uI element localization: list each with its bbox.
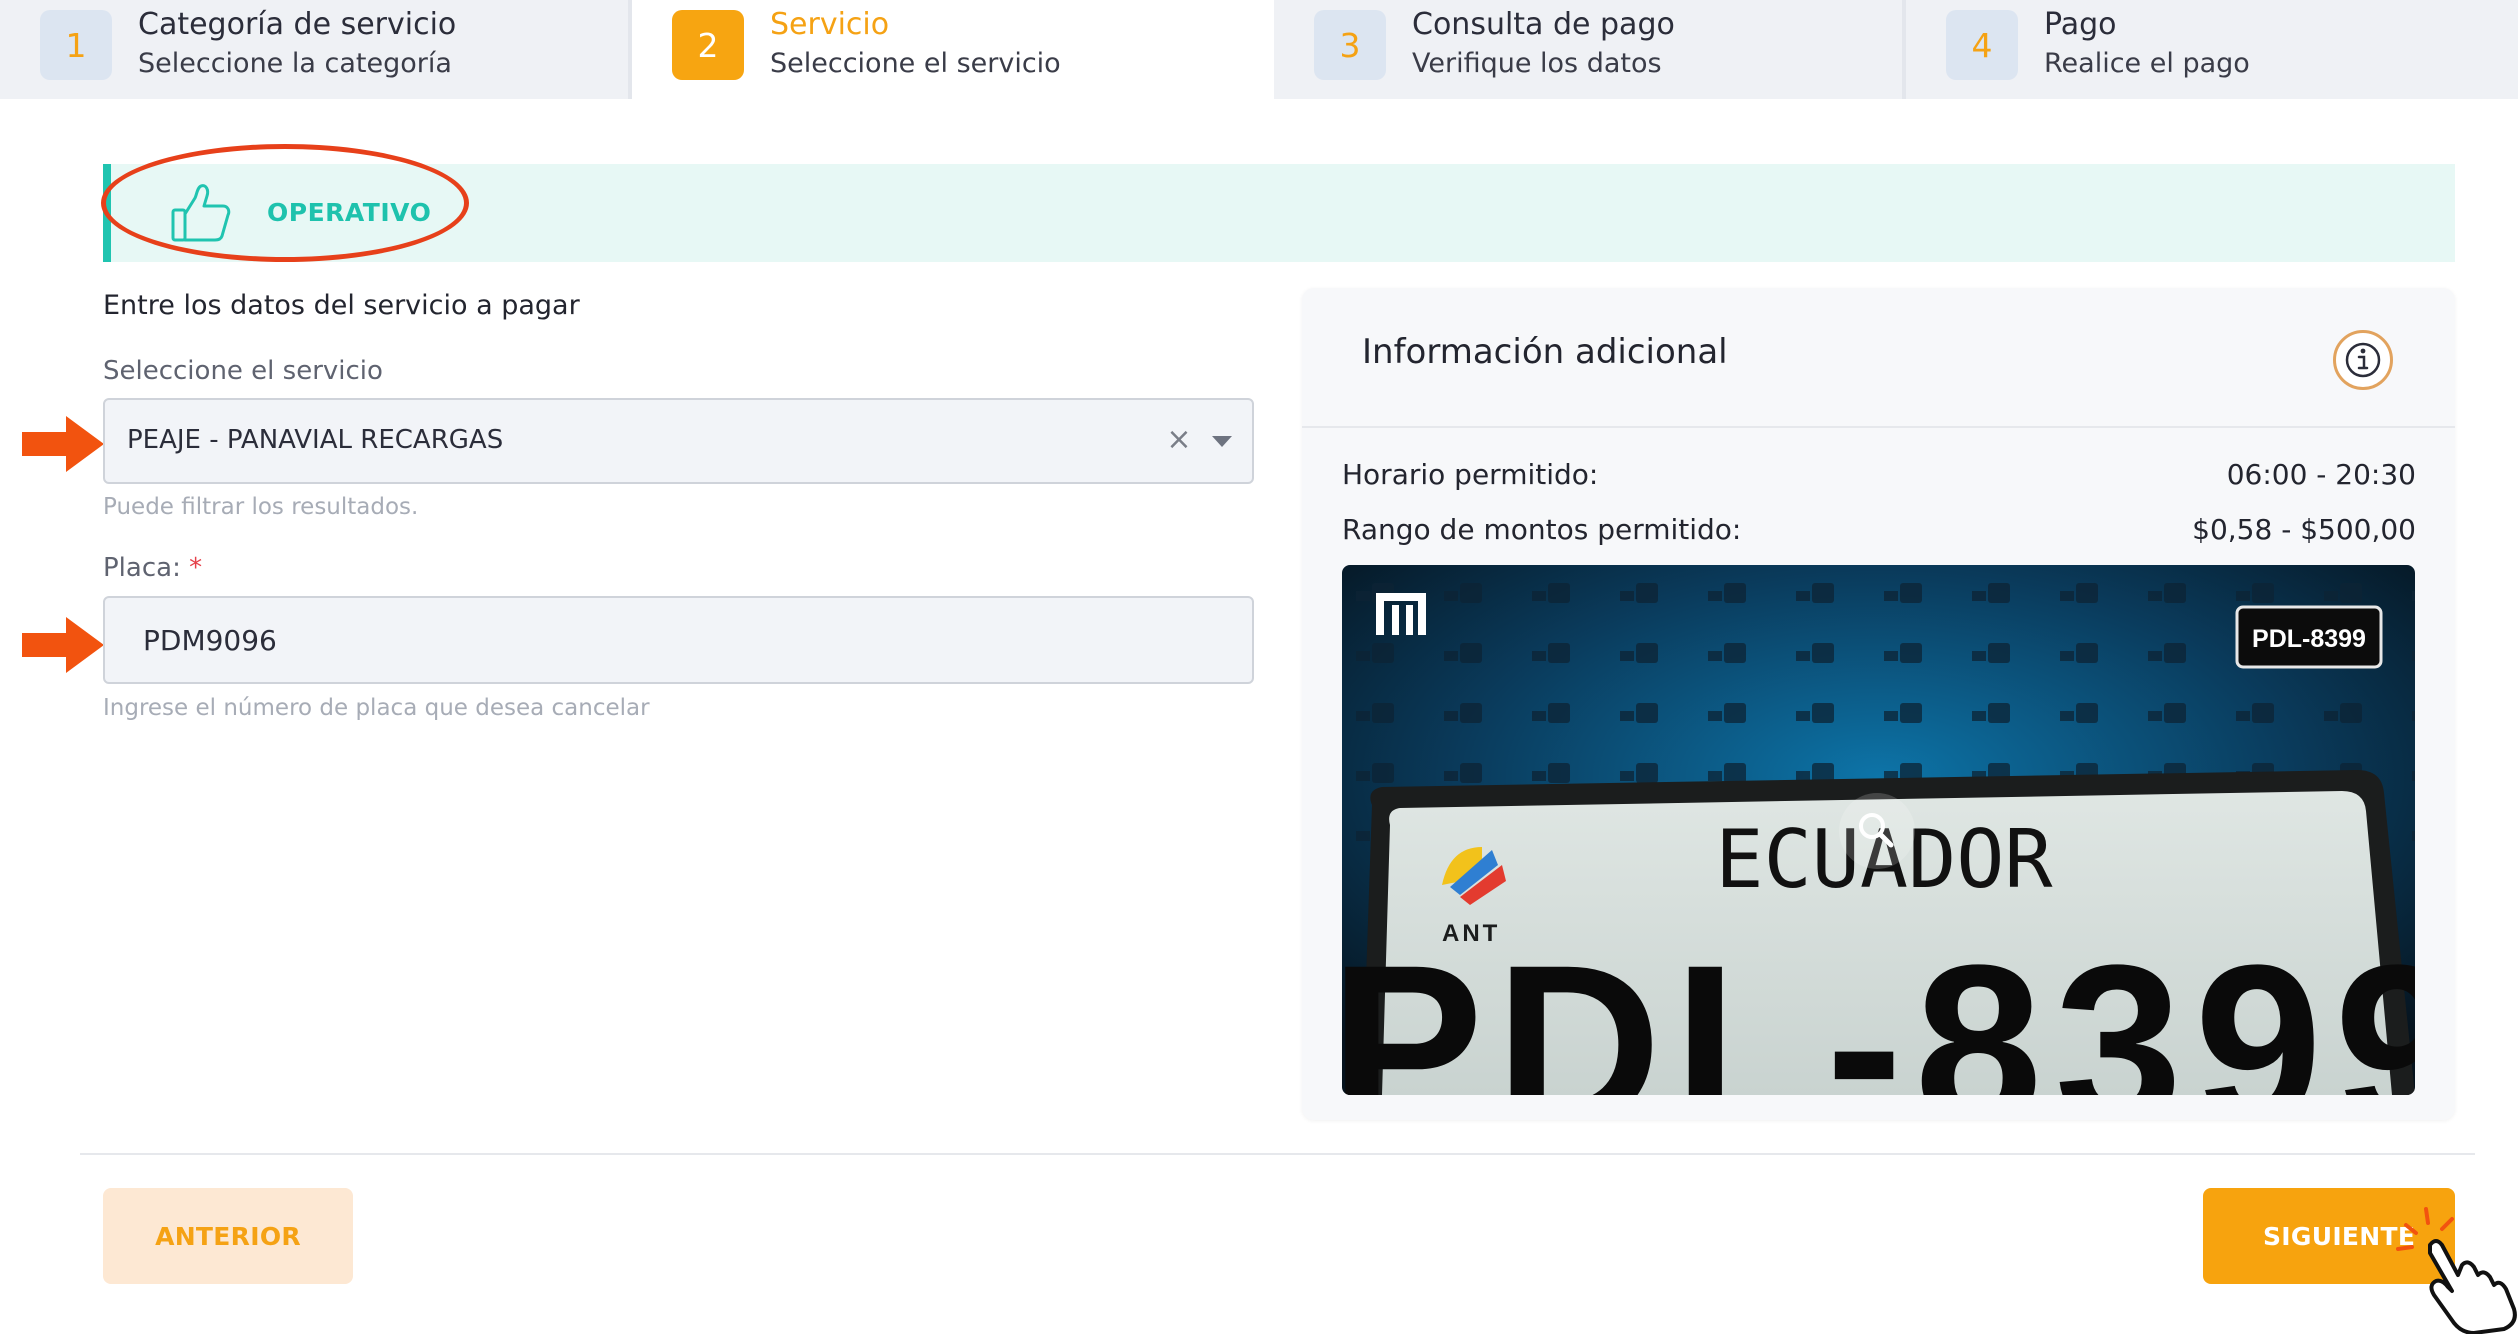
info-icon[interactable] — [2333, 330, 2393, 390]
step-subtitle: Seleccione la categoría — [138, 48, 452, 79]
step-subtitle: Verifique los datos — [1412, 48, 1662, 79]
service-label: Seleccione el servicio — [103, 356, 383, 386]
step-title: Pago — [2044, 7, 2117, 42]
service-select[interactable]: PEAJE - PANAVIAL RECARGAS × — [103, 398, 1254, 484]
step-service[interactable]: 2 Servicio Seleccione el servicio — [632, 0, 1274, 99]
previous-button[interactable]: ANTERIOR — [103, 1188, 353, 1284]
info-header: Información adicional — [1302, 288, 2455, 428]
plate-photo-svg: PDL-8399 ANT ECUADOR PDL-8399 — [1342, 565, 2415, 1095]
step-payment-query[interactable]: 3 Consulta de pago Verifique los datos — [1274, 0, 1906, 99]
hand-cursor-icon — [2396, 1207, 2517, 1334]
schedule-label: Horario permitido: — [1342, 458, 1599, 491]
annotation-arrow-icon — [22, 416, 104, 472]
info-panel: Información adicional Horario permitido:… — [1302, 288, 2455, 1120]
step-number: 1 — [40, 10, 112, 80]
step-title: Categoría de servicio — [138, 7, 457, 42]
info-title: Información adicional — [1362, 332, 1728, 372]
plate-example-image[interactable]: PDL-8399 ANT ECUADOR PDL-8399 — [1342, 565, 2415, 1095]
amount-range-label: Rango de montos permitido: — [1342, 513, 1742, 546]
amount-range-value: $0,58 - $500,00 — [2192, 513, 2416, 546]
annotation-ellipse — [101, 144, 469, 262]
plate-badge: PDL-8399 — [2252, 625, 2366, 653]
step-title: Servicio — [770, 7, 890, 42]
service-select-value: PEAJE - PANAVIAL RECARGAS — [127, 425, 504, 455]
zoom-icon[interactable] — [1839, 793, 1915, 869]
step-number: 2 — [672, 10, 744, 80]
plate-hint: Ingrese el número de placa que desea can… — [103, 695, 650, 721]
stepper: 1 Categoría de servicio Seleccione la ca… — [0, 0, 2518, 99]
step-subtitle: Realice el pago — [2044, 48, 2250, 79]
service-hint: Puede filtrar los resultados. — [103, 494, 419, 520]
clear-icon[interactable]: × — [1164, 422, 1194, 458]
step-number: 4 — [1946, 10, 2018, 80]
step-number: 3 — [1314, 10, 1386, 80]
schedule-row: Horario permitido: 06:00 - 20:30 — [1342, 458, 2416, 491]
info-glyph-icon — [2345, 342, 2381, 378]
plate-label: Placa: * — [103, 553, 202, 583]
plate-input[interactable] — [103, 596, 1254, 684]
amount-range-row: Rango de montos permitido: $0,58 - $500,… — [1342, 513, 2416, 546]
required-mark: * — [189, 553, 203, 583]
chevron-down-icon[interactable] — [1212, 436, 1232, 447]
plate-number: PDL-8399 — [1342, 917, 2415, 1095]
plate-label-text: Placa: — [103, 553, 181, 583]
annotation-arrow-icon — [22, 617, 104, 673]
step-subtitle: Seleccione el servicio — [770, 48, 1061, 79]
step-title: Consulta de pago — [1412, 7, 1675, 42]
form-intro: Entre los datos del servicio a pagar — [103, 290, 580, 321]
schedule-value: 06:00 - 20:30 — [2226, 458, 2416, 491]
step-category[interactable]: 1 Categoría de servicio Seleccione la ca… — [0, 0, 632, 99]
footer-divider — [80, 1153, 2475, 1155]
step-payment[interactable]: 4 Pago Realice el pago — [1906, 0, 2518, 99]
